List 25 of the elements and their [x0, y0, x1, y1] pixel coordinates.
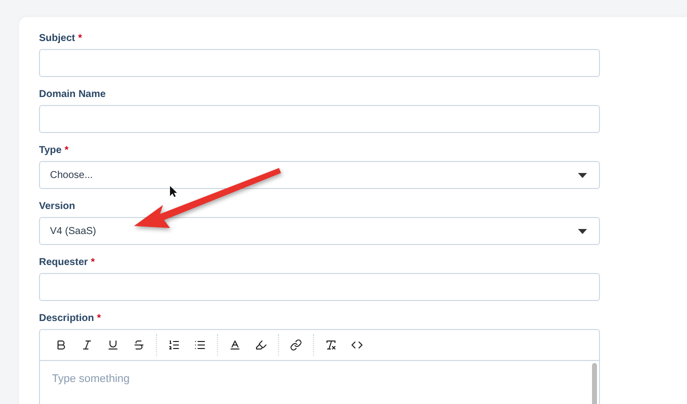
input-field[interactable]: [39, 105, 600, 133]
strikethrough-icon: [133, 339, 145, 351]
select-field[interactable]: V4 (SaaS): [39, 217, 600, 245]
select-field[interactable]: Choose...: [39, 161, 600, 189]
caret-icon: [578, 172, 587, 178]
field-label: Domain Name: [39, 88, 107, 102]
input-field[interactable]: [39, 49, 600, 77]
field-label: Requester *: [39, 256, 96, 270]
link-icon: [290, 339, 302, 351]
cursor-icon: [170, 186, 177, 197]
text-color-icon: [229, 339, 241, 351]
caret-icon: [578, 228, 587, 234]
input-field[interactable]: [39, 273, 600, 301]
field-label: Version: [39, 200, 76, 214]
highlight-icon: [255, 339, 267, 351]
code-icon: [351, 339, 363, 351]
editor-placeholder: Type something: [52, 373, 130, 385]
italic-icon: [81, 339, 93, 351]
ordered-list-icon: [168, 339, 180, 351]
field-label: Description *: [39, 312, 102, 326]
bold-icon: [55, 339, 67, 351]
clear-format-icon: [325, 339, 337, 351]
underline-icon: [107, 339, 119, 351]
field-label: Type *: [39, 144, 70, 158]
field-label: Subject *: [39, 32, 84, 46]
